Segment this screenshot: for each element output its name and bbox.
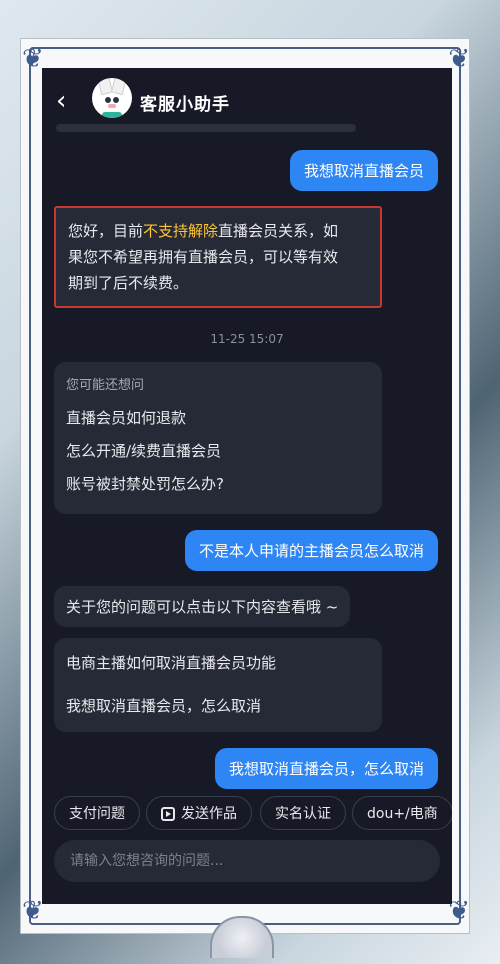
help-link[interactable]: 我想取消直播会员，怎么取消	[66, 695, 370, 716]
highlight-text: 不支持解除	[143, 222, 219, 240]
chat-title: 客服小助手	[140, 95, 230, 115]
video-icon	[161, 807, 175, 821]
chat-header: ‹ 客服小助手	[42, 68, 452, 132]
assistant-avatar	[92, 78, 132, 118]
chat-screen: ‹ 客服小助手 我想取消直播会员 您好，目前不支持解除直播会员关系，如 果您不希…	[42, 68, 452, 904]
message-timestamp: 11-25 15:07	[210, 332, 284, 346]
bot-message-highlighted: 您好，目前不支持解除直播会员关系，如 果您不希望再拥有直播会员，可以等有效 期到…	[54, 206, 382, 308]
user-message: 我想取消直播会员	[289, 150, 438, 191]
back-arrow-icon[interactable]: ‹	[56, 86, 66, 116]
quick-action-payment[interactable]: 支付问题	[54, 796, 140, 830]
quick-actions-bar: 支付问题 发送作品 实名认证 dou+/电商	[42, 788, 452, 838]
suggestion-item[interactable]: 账号被封禁处罚怎么办?	[66, 473, 370, 494]
suggestion-item[interactable]: 直播会员如何退款	[66, 407, 370, 428]
previous-message-edge	[56, 124, 356, 132]
quick-action-send-work[interactable]: 发送作品	[146, 796, 252, 830]
suggestion-item[interactable]: 怎么开通/续费直播会员	[66, 440, 370, 461]
user-message: 不是本人申请的主播会员怎么取消	[184, 530, 438, 571]
quick-action-dou-ecommerce[interactable]: dou+/电商	[352, 796, 452, 830]
quick-action-verification[interactable]: 实名认证	[260, 796, 346, 830]
corner-ornament-icon: ❦	[22, 896, 44, 926]
suggestion-card: 您可能还想问 直播会员如何退款 怎么开通/续费直播会员 账号被封禁处罚怎么办?	[54, 362, 382, 514]
suggestion-heading: 您可能还想问	[66, 378, 145, 393]
bot-message: 关于您的问题可以点击以下内容查看哦 ~	[54, 586, 351, 627]
user-message: 我想取消直播会员，怎么取消	[214, 748, 438, 789]
help-link[interactable]: 电商主播如何取消直播会员功能	[66, 652, 370, 673]
link-card: 电商主播如何取消直播会员功能 我想取消直播会员，怎么取消	[54, 638, 382, 732]
corner-ornament-icon: ❦	[22, 44, 44, 74]
message-input[interactable]	[54, 840, 440, 882]
